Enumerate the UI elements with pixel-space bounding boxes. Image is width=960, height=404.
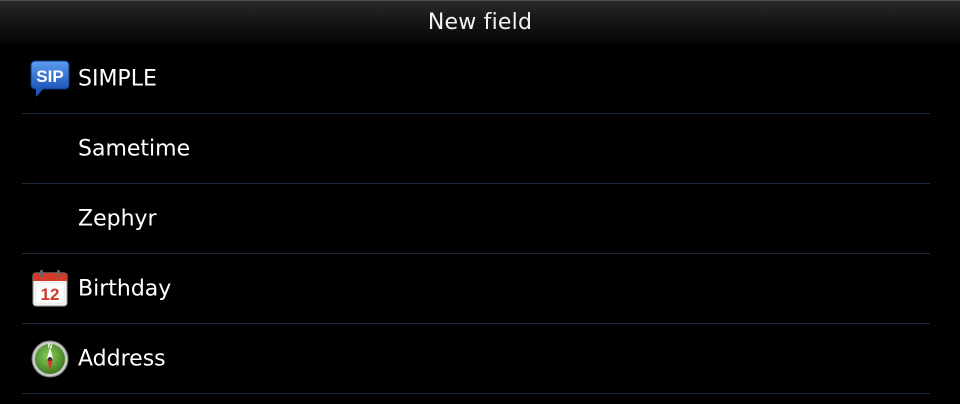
list-item-label: Address bbox=[78, 346, 166, 371]
list-item-label: Sametime bbox=[78, 136, 191, 161]
sip-icon: SIP bbox=[30, 59, 70, 99]
list-item-simple[interactable]: SIP SIMPLE bbox=[22, 44, 930, 114]
svg-text:N: N bbox=[48, 344, 52, 350]
field-type-list: SIP SIMPLE Sametime Zephyr 12 Birthday N… bbox=[22, 44, 930, 394]
compass-icon: N bbox=[30, 339, 70, 379]
calendar-icon: 12 bbox=[30, 269, 70, 309]
list-item-label: Birthday bbox=[78, 276, 172, 301]
list-item-address[interactable]: N Address bbox=[22, 324, 930, 394]
list-item-label: SIMPLE bbox=[78, 66, 157, 91]
title-bar: New field bbox=[0, 0, 960, 44]
svg-text:SIP: SIP bbox=[36, 67, 63, 86]
list-item-sametime[interactable]: Sametime bbox=[22, 114, 930, 184]
list-item-label: Zephyr bbox=[78, 206, 157, 231]
list-item-birthday[interactable]: 12 Birthday bbox=[22, 254, 930, 324]
svg-text:12: 12 bbox=[41, 285, 60, 304]
page-title: New field bbox=[427, 10, 533, 35]
list-item-zephyr[interactable]: Zephyr bbox=[22, 184, 930, 254]
